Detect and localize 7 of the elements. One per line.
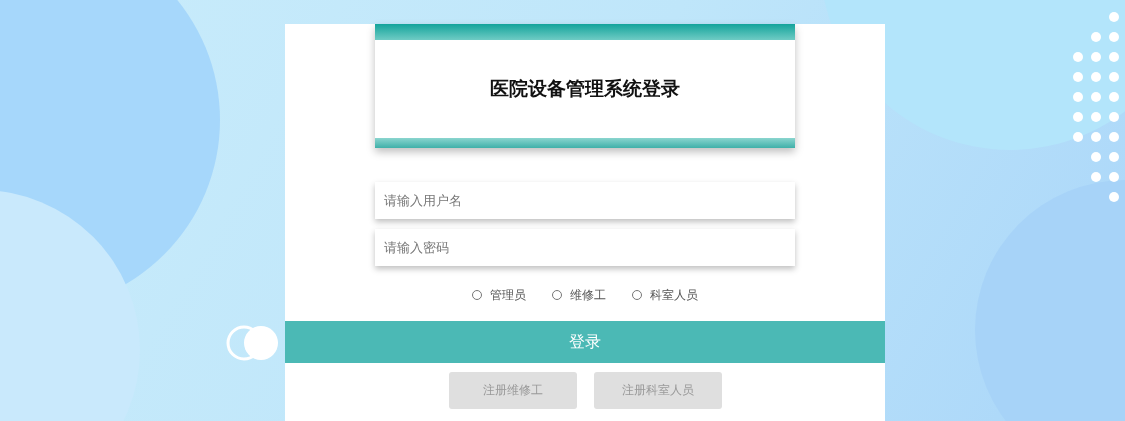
role-radio[interactable]: 管理员 — [472, 286, 526, 304]
login-title: 医院设备管理系统登录 — [490, 76, 680, 101]
circles-drawing — [226, 325, 278, 361]
role-radio[interactable]: 维修工 — [552, 286, 606, 304]
input-field[interactable]: 请输入用户名 — [375, 182, 795, 219]
input-field[interactable]: 请输入密码 — [375, 229, 795, 266]
role-radio[interactable]: 科室人员 — [632, 286, 698, 304]
